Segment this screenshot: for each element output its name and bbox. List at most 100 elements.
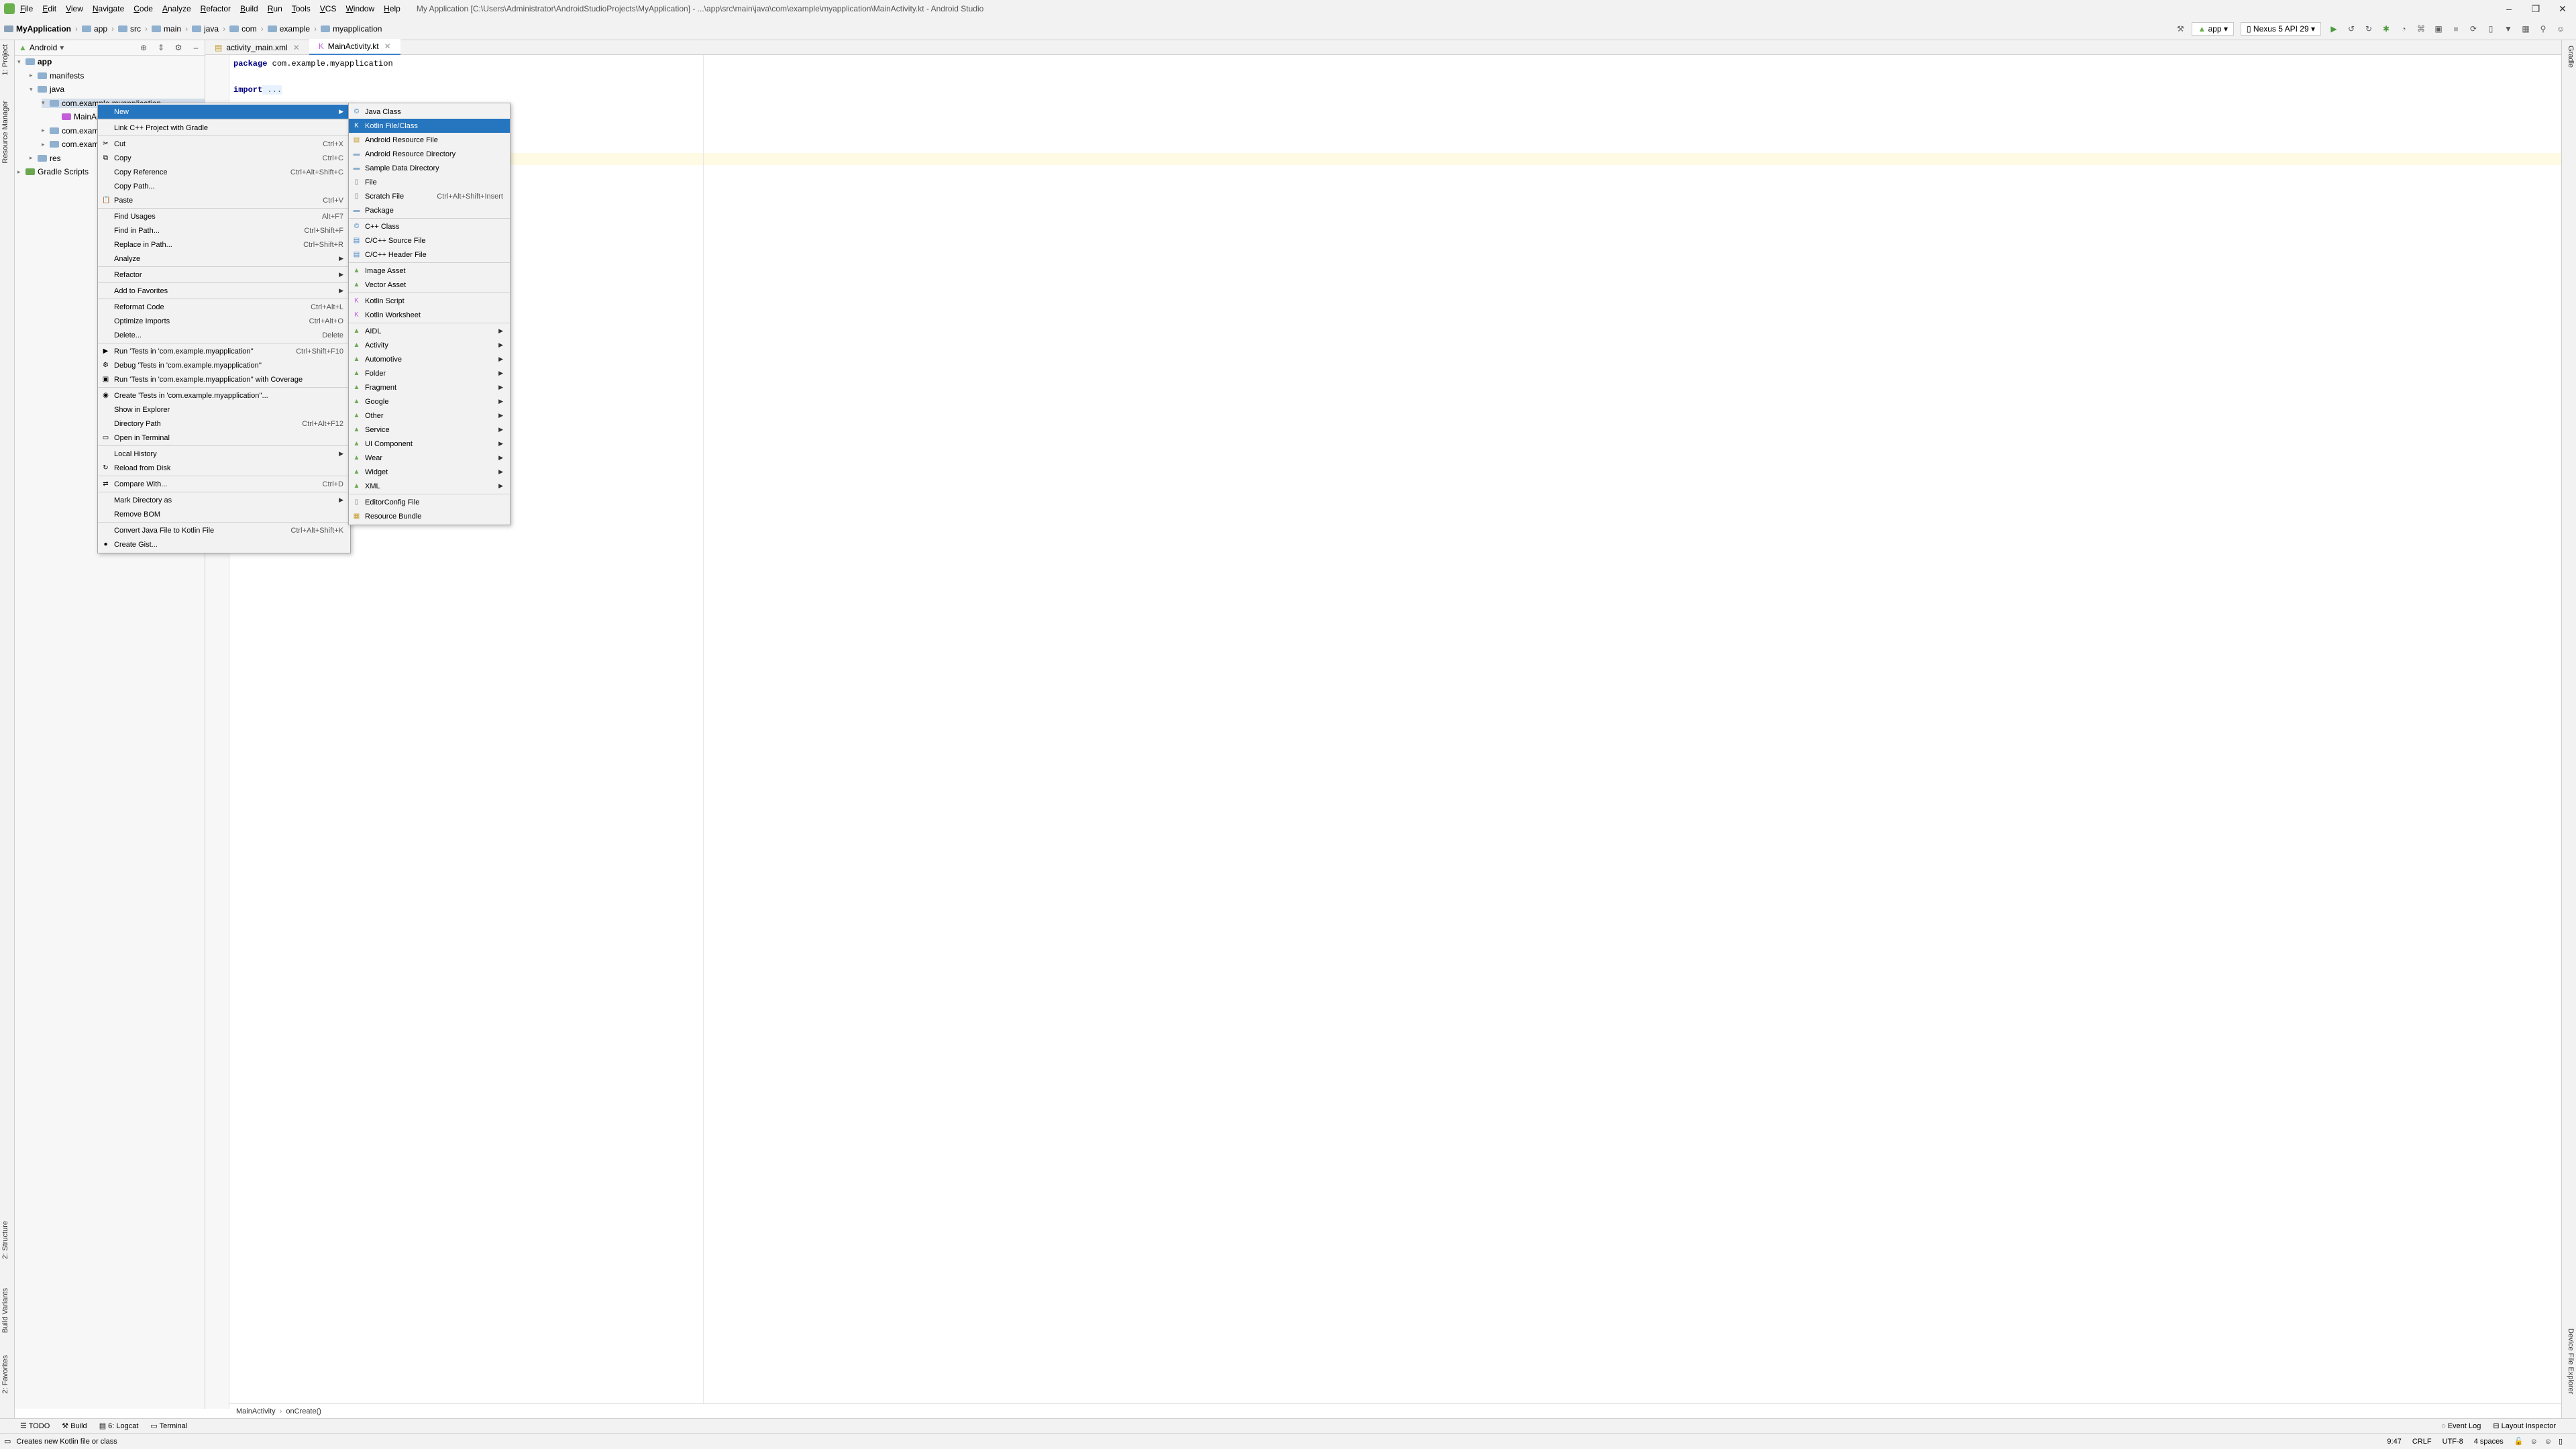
tab-main-activity[interactable]: K MainActivity.kt ✕ (309, 39, 400, 56)
resource-manager-tab[interactable]: Resource Manager (1, 101, 9, 164)
breadcrumb-class[interactable]: MainActivity (236, 1407, 276, 1415)
menu-item[interactable]: Convert Java File to Kotlin File Ctrl+Alt… (98, 523, 350, 537)
menu-item[interactable]: Replace in Path... Ctrl+Shift+R (98, 237, 350, 252)
status-window-icon[interactable]: ▭ (4, 1437, 11, 1446)
hide-panel-icon[interactable]: – (190, 42, 202, 54)
menu-item[interactable]: ▭ Open in Terminal (98, 431, 350, 445)
menu-analyze[interactable]: Analyze (162, 4, 191, 13)
menu-navigate[interactable]: Navigate (93, 4, 124, 13)
breadcrumb-item[interactable]: myapplication (321, 24, 382, 34)
menu-item[interactable]: Copy Reference Ctrl+Alt+Shift+C (98, 165, 350, 179)
menu-item[interactable]: ▲ XML ▶ (349, 479, 510, 493)
file-encoding[interactable]: UTF-8 (2443, 1438, 2463, 1446)
menu-run[interactable]: Run (268, 4, 282, 13)
menu-item[interactable]: Optimize Imports Ctrl+Alt+O (98, 314, 350, 328)
line-separator[interactable]: CRLF (2412, 1438, 2432, 1446)
chevron-right-icon[interactable]: ▸ (42, 127, 50, 134)
menu-item[interactable]: ● Create Gist... (98, 537, 350, 551)
menu-item[interactable]: ▲ Folder ▶ (349, 366, 510, 380)
menu-item[interactable]: ⧉ Copy Ctrl+C (98, 151, 350, 165)
menu-item[interactable]: ▤ Android Resource File (349, 133, 510, 147)
device-file-explorer-tab[interactable]: Device File Explorer (2567, 1328, 2575, 1394)
project-view-selector[interactable]: Android (30, 43, 57, 52)
menu-item[interactable]: Local History ▶ (98, 447, 350, 461)
menu-item[interactable]: © C++ Class (349, 219, 510, 233)
tree-item[interactable]: ▾ app (17, 57, 52, 66)
debug-icon[interactable]: ✱ (2380, 23, 2392, 35)
menu-item[interactable]: ⇄ Compare With... Ctrl+D (98, 477, 350, 491)
chevron-right-icon[interactable]: ▸ (30, 154, 38, 162)
menu-item[interactable]: Add to Favorites ▶ (98, 284, 350, 298)
menu-tools[interactable]: Tools (292, 4, 311, 13)
menu-item[interactable]: Directory Path Ctrl+Alt+F12 (98, 417, 350, 431)
menu-item[interactable]: ▤ C/C++ Header File (349, 248, 510, 262)
menu-item[interactable]: Reformat Code Ctrl+Alt+L (98, 300, 350, 314)
menu-item[interactable]: ▲ Widget ▶ (349, 465, 510, 479)
sdk-manager-icon[interactable]: ▼ (2502, 23, 2514, 35)
chevron-right-icon[interactable]: ▸ (30, 72, 38, 79)
event-log-tab[interactable]: ◌ Event Log (2441, 1422, 2481, 1430)
profile-icon[interactable]: ◔ (2398, 23, 2410, 35)
tree-item[interactable]: ▸ Gradle Scripts (17, 167, 89, 176)
locate-file-icon[interactable]: ⊕ (138, 42, 150, 54)
menu-code[interactable]: Code (133, 4, 153, 13)
sync-gradle-icon[interactable]: ⟳ (2467, 23, 2479, 35)
user-icon[interactable]: ☺ (2555, 23, 2567, 35)
menu-item[interactable]: ▲ Other ▶ (349, 409, 510, 423)
menu-item[interactable]: Refactor ▶ (98, 268, 350, 282)
chevron-down-icon[interactable]: ▾ (42, 99, 50, 107)
hammer-icon[interactable]: ⚒ (2174, 23, 2186, 35)
close-icon[interactable]: ✕ (293, 43, 300, 52)
menu-item[interactable]: © Java Class (349, 105, 510, 119)
close-icon[interactable]: ✕ (384, 42, 391, 51)
menu-item[interactable]: ▯ EditorConfig File (349, 495, 510, 509)
menu-item[interactable]: ▲ Fragment ▶ (349, 380, 510, 394)
menu-item[interactable]: ▣ Run 'Tests in 'com.example.myapplicatio… (98, 372, 350, 386)
menu-item[interactable]: New ▶ (98, 105, 350, 119)
menu-item[interactable]: ▯ File (349, 175, 510, 189)
menu-item[interactable]: K Kotlin Worksheet (349, 308, 510, 322)
chevron-right-icon[interactable]: ▸ (42, 141, 50, 148)
build-tab[interactable]: ⚒ Build (62, 1421, 87, 1430)
menu-item[interactable]: Find in Path... Ctrl+Shift+F (98, 223, 350, 237)
search-icon[interactable]: ⚲ (2537, 23, 2549, 35)
menu-file[interactable]: File (20, 4, 33, 13)
menu-item[interactable]: ▲ Activity ▶ (349, 338, 510, 352)
run-config-selector[interactable]: ▲ app ▾ (2192, 21, 2234, 36)
close-icon[interactable]: ✕ (2549, 0, 2576, 17)
breadcrumb-item[interactable]: MyApplication › (4, 24, 78, 34)
menu-item[interactable]: ▦ Resource Bundle (349, 509, 510, 523)
menu-item[interactable]: Find Usages Alt+F7 (98, 209, 350, 223)
menu-item[interactable]: ✂ Cut Ctrl+X (98, 137, 350, 151)
inspector-icon[interactable]: ☺ (2544, 1438, 2552, 1446)
avd-manager-icon[interactable]: ▯ (2485, 23, 2497, 35)
chevron-right-icon[interactable]: ▸ (17, 168, 25, 176)
breadcrumb-item[interactable]: app › (82, 24, 114, 34)
menu-item[interactable]: ◉ Create 'Tests in 'com.example.myapplica… (98, 388, 350, 402)
tree-item[interactable]: ▸ manifests (30, 71, 84, 80)
tab-activity-main[interactable]: ▤ activity_main.xml ✕ (205, 40, 309, 55)
menu-edit[interactable]: Edit (42, 4, 56, 13)
menu-item[interactable]: ▯ Scratch File Ctrl+Alt+Shift+Insert (349, 189, 510, 203)
attach-debugger-icon[interactable]: ⌘ (2415, 23, 2427, 35)
menu-item[interactable]: ▲ Image Asset (349, 264, 510, 278)
coverage-icon[interactable]: ▣ (2432, 23, 2445, 35)
menu-item[interactable]: Copy Path... (98, 179, 350, 193)
menu-item[interactable]: ⚙ Debug 'Tests in 'com.example.myapplicat… (98, 358, 350, 372)
project-tool-tab[interactable]: 1: Project (1, 44, 9, 75)
breadcrumb-function[interactable]: onCreate() (286, 1407, 321, 1415)
menu-item[interactable]: ↻ Reload from Disk (98, 461, 350, 475)
chevron-down-icon[interactable]: ▾ (30, 86, 38, 93)
menu-item[interactable]: ▲ Google ▶ (349, 394, 510, 409)
breadcrumb-item[interactable]: example › (267, 24, 317, 34)
minimize-icon[interactable]: – (2496, 0, 2522, 17)
breadcrumb-item[interactable]: java › (192, 24, 225, 34)
terminal-tab[interactable]: ▭ Terminal (150, 1421, 187, 1430)
gear-icon[interactable]: ⚙ (172, 42, 184, 54)
apply-changes-icon[interactable]: ↺ (2345, 23, 2357, 35)
menu-item[interactable]: Remove BOM (98, 507, 350, 521)
collapse-all-icon[interactable]: ⇕ (155, 42, 167, 54)
menu-item[interactable]: ▲ AIDL ▶ (349, 324, 510, 338)
menu-item[interactable]: ▬ Android Resource Directory (349, 147, 510, 161)
notifications-icon[interactable]: ▯ (2559, 1437, 2563, 1446)
